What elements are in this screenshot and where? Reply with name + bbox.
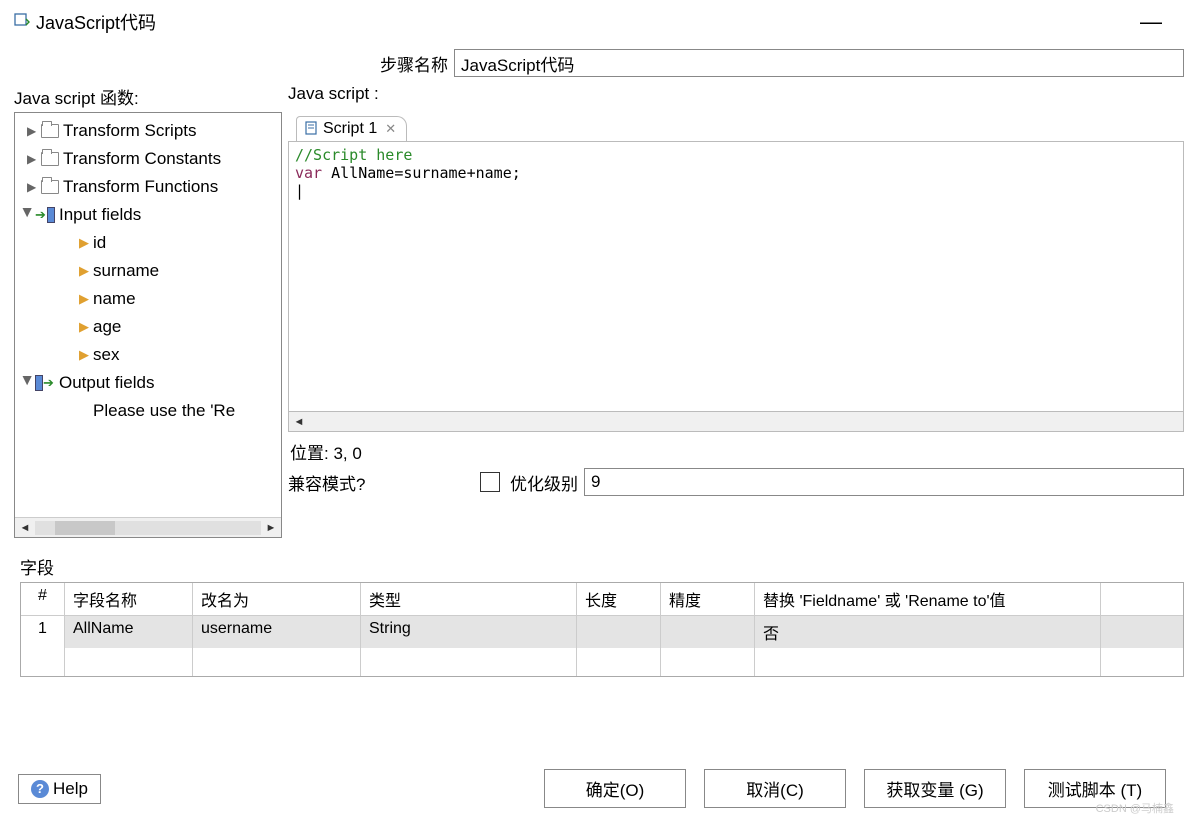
tree-h-scrollbar[interactable]: ◄ ► — [15, 517, 281, 537]
tree-label: Input fields — [59, 201, 141, 229]
code-editor[interactable]: //Script here var AllName=surname+name; … — [288, 142, 1184, 412]
col-precision[interactable]: 精度 — [661, 583, 755, 615]
tree-output-fields[interactable]: ▶ ➔ Output fields — [15, 369, 281, 397]
tree-label: Transform Scripts — [63, 117, 197, 145]
scroll-right-button[interactable]: ► — [261, 522, 281, 534]
tree-label: sex — [93, 341, 119, 369]
tree-label: Please use the 'Re — [93, 397, 235, 425]
compat-mode-checkbox[interactable] — [480, 472, 500, 492]
step-name-row: 步骤名称 — [0, 44, 1184, 82]
col-fieldname[interactable]: 字段名称 — [65, 583, 193, 615]
tree-label: surname — [93, 257, 159, 285]
field-icon: ▶ — [79, 313, 89, 341]
tree-field-id[interactable]: ▶ id — [15, 229, 281, 257]
folder-icon — [41, 124, 59, 138]
code-text: AllName=surname+name; — [322, 164, 521, 182]
ok-button[interactable]: 确定(O) — [544, 769, 686, 808]
code-keyword: var — [295, 164, 322, 182]
cell-fieldname[interactable]: AllName — [65, 616, 193, 648]
step-name-input[interactable] — [454, 49, 1184, 77]
folder-icon — [41, 180, 59, 194]
cell-precision[interactable] — [661, 616, 755, 648]
tree-transform-constants[interactable]: ▶ Transform Constants — [15, 145, 281, 173]
field-icon: ▶ — [79, 257, 89, 285]
scroll-left-button[interactable]: ◄ — [15, 522, 35, 534]
chevron-right-icon: ▶ — [27, 173, 41, 201]
tab-label: Script 1 — [323, 120, 377, 138]
field-icon: ▶ — [79, 285, 89, 313]
col-num[interactable]: # — [21, 583, 65, 615]
help-button[interactable]: ? Help — [18, 774, 101, 804]
cell-num[interactable]: 1 — [21, 616, 65, 648]
code-h-scrollbar[interactable]: ◄ — [288, 412, 1184, 432]
help-label: Help — [53, 779, 88, 799]
get-vars-button[interactable]: 获取变量 (G) — [864, 769, 1006, 808]
chevron-down-icon: ▶ — [14, 376, 42, 390]
tree-output-hint[interactable]: Please use the 'Re — [15, 397, 281, 425]
opt-level-label: 优化级别 — [510, 470, 578, 495]
functions-panel-title: Java script 函数: — [14, 84, 282, 112]
functions-tree[interactable]: ▶ Transform Scripts ▶ Transform Constant… — [14, 112, 282, 538]
window-title: JavaScript代码 — [36, 9, 1132, 35]
minimize-button[interactable]: — — [1132, 9, 1170, 35]
tree-input-fields[interactable]: ▶ ➔ Input fields — [15, 201, 281, 229]
cell-rename[interactable]: username — [193, 616, 361, 648]
compat-mode-label: 兼容模式? — [288, 470, 480, 495]
scroll-left-button[interactable]: ◄ — [289, 416, 309, 428]
field-icon: ▶ — [79, 229, 89, 257]
help-icon: ? — [31, 780, 49, 798]
fields-table[interactable]: # 字段名称 改名为 类型 长度 精度 替换 'Fieldname' 或 'Re… — [20, 582, 1184, 677]
tree-transform-functions[interactable]: ▶ Transform Functions — [15, 173, 281, 201]
tree-field-age[interactable]: ▶ age — [15, 313, 281, 341]
watermark: CSDN @马楠鑫 — [1096, 800, 1174, 816]
tree-label: name — [93, 285, 136, 313]
window-icon — [14, 12, 30, 33]
tree-label: age — [93, 313, 121, 341]
script-icon — [305, 121, 319, 138]
tab-script1[interactable]: Script 1 ✕ — [296, 116, 407, 141]
folder-icon — [41, 152, 59, 166]
tree-label: Transform Functions — [63, 173, 218, 201]
table-row[interactable]: 1 AllName username String 否 — [21, 616, 1183, 648]
tree-transform-scripts[interactable]: ▶ Transform Scripts — [15, 117, 281, 145]
table-row-empty[interactable] — [21, 648, 1183, 676]
script-panel-title: Java script : — [288, 84, 1184, 112]
cell-replace[interactable]: 否 — [755, 616, 1101, 648]
tree-label: Transform Constants — [63, 145, 221, 173]
chevron-down-icon: ▶ — [14, 208, 42, 222]
script-tabbar: Script 1 ✕ — [288, 112, 1184, 142]
cell-type[interactable]: String — [361, 616, 577, 648]
tree-label: id — [93, 229, 106, 257]
tree-field-surname[interactable]: ▶ surname — [15, 257, 281, 285]
opt-level-input[interactable] — [584, 468, 1184, 496]
chevron-right-icon: ▶ — [27, 145, 41, 173]
cell-length[interactable] — [577, 616, 661, 648]
close-tab-button[interactable]: ✕ — [385, 121, 396, 137]
col-replace[interactable]: 替换 'Fieldname' 或 'Rename to'值 — [755, 583, 1101, 615]
chevron-right-icon: ▶ — [27, 117, 41, 145]
scroll-track[interactable] — [35, 521, 261, 535]
field-icon: ▶ — [79, 341, 89, 369]
col-length[interactable]: 长度 — [577, 583, 661, 615]
fields-section-title: 字段 — [20, 554, 1184, 582]
title-bar: JavaScript代码 — — [0, 0, 1184, 44]
tree-field-name[interactable]: ▶ name — [15, 285, 281, 313]
tree-label: Output fields — [59, 369, 154, 397]
code-comment: //Script here — [295, 146, 412, 164]
step-name-label: 步骤名称 — [380, 51, 448, 76]
tree-field-sex[interactable]: ▶ sex — [15, 341, 281, 369]
cursor-position: 位置: 3, 0 — [288, 436, 1184, 466]
col-rename[interactable]: 改名为 — [193, 583, 361, 615]
col-type[interactable]: 类型 — [361, 583, 577, 615]
cancel-button[interactable]: 取消(C) — [704, 769, 846, 808]
